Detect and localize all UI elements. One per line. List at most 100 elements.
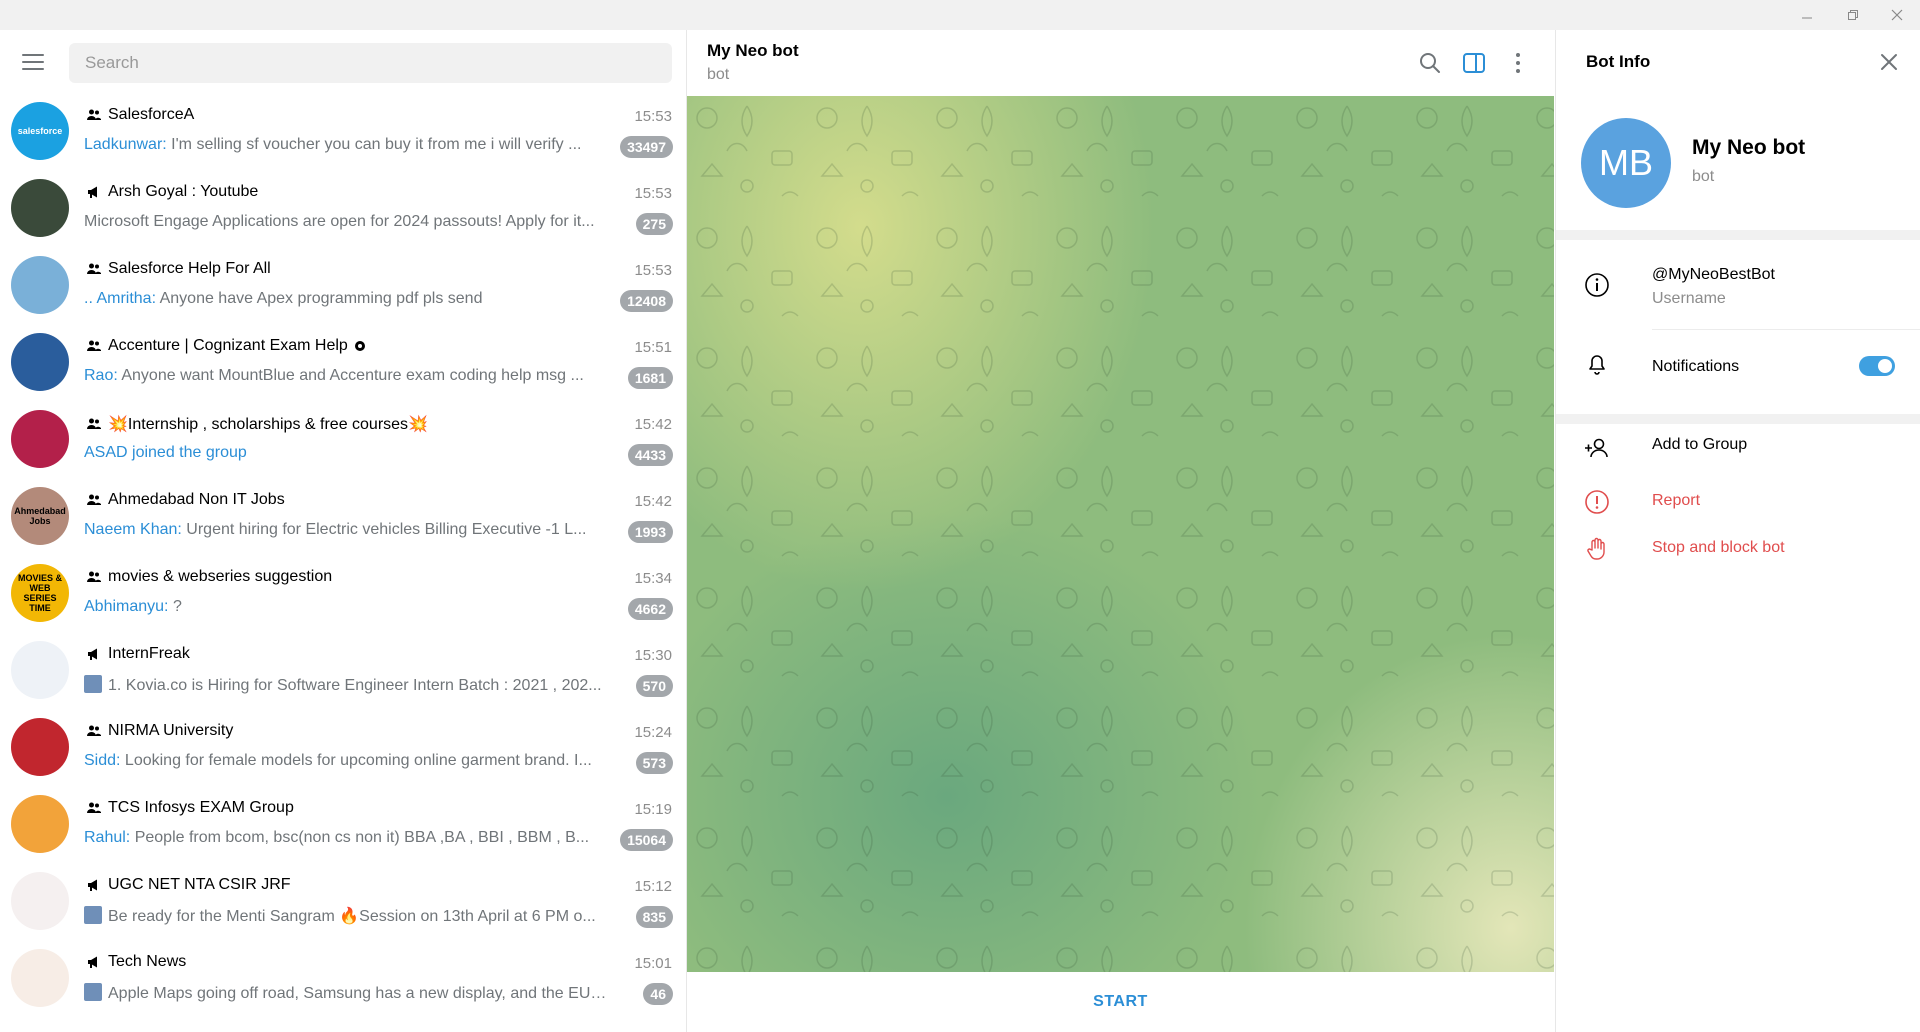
group-icon <box>87 109 101 120</box>
hamburger-menu-icon[interactable] <box>22 54 44 70</box>
chat-preview: Microsoft Engage Applications are open f… <box>84 213 609 231</box>
chat-title-text: Accenture | Cognizant Exam Help <box>108 337 348 354</box>
start-bar: START <box>687 972 1554 1032</box>
preview-sender: Rahul: <box>84 829 131 846</box>
chat-time: 15:42 <box>634 416 672 433</box>
bot-info-title: Bot Info <box>1586 52 1651 71</box>
section-separator <box>1556 414 1920 424</box>
bot-subtitle: bot <box>1692 168 1715 185</box>
chat-time: 15:01 <box>634 955 672 972</box>
chat-preview: Abhimanyu: ? <box>84 598 609 616</box>
chat-list-item[interactable]: TCS Infosys EXAM Group 15:19 Rahul: People… <box>0 789 686 866</box>
restore-icon[interactable] <box>1830 0 1876 30</box>
group-icon <box>87 802 101 813</box>
unread-badge: 4433 <box>627 444 673 466</box>
chat-title-text: InternFreak <box>108 645 190 662</box>
chat-list-item[interactable]: Tech News 15:01 Apple Maps going off road,… <box>0 943 686 1020</box>
chat-title-text: 💥Internship , scholarships & free course… <box>108 416 428 433</box>
search-icon[interactable] <box>1417 50 1443 76</box>
channel-icon <box>88 648 97 660</box>
chat-time: 15:24 <box>634 724 672 741</box>
avatar-text: Ahmedabad Jobs <box>14 506 66 526</box>
chat-preview: Sidd: Looking for female models for upco… <box>84 752 609 770</box>
chat-title-text: SalesforceA <box>108 106 195 123</box>
chat-avatar <box>11 949 69 1007</box>
group-icon <box>87 263 101 274</box>
avatar-text: salesforce <box>17 126 63 136</box>
chat-list-item[interactable]: Arsh Goyal : Youtube 15:53 Microsoft Engag… <box>0 173 686 250</box>
close-icon[interactable] <box>1879 52 1899 72</box>
unread-badge: 46 <box>643 983 673 1005</box>
preview-text: 1. Kovia.co is Hiring for Software Engin… <box>108 677 602 694</box>
chat-title-text: movies & webseries suggestion <box>108 568 333 585</box>
preview-text: Anyone have Apex programming pdf pls sen… <box>156 290 483 307</box>
stop-and-block-button[interactable]: Stop and block bot <box>1652 539 1785 557</box>
add-to-group-button[interactable]: Add to Group <box>1652 436 1747 454</box>
report-icon <box>1585 490 1609 514</box>
chat-title[interactable]: My Neo bot <box>707 41 799 61</box>
report-button[interactable]: Report <box>1652 492 1700 510</box>
section-separator <box>1556 230 1920 240</box>
chat-avatar: salesforce <box>11 102 69 160</box>
chat-background <box>687 96 1554 972</box>
notifications-label: Notifications <box>1652 358 1740 375</box>
chat-subtitle: bot <box>707 66 730 83</box>
search-input[interactable] <box>69 43 672 83</box>
chat-preview: Naeem Khan: Urgent hiring for Electric v… <box>84 521 609 539</box>
bot-username[interactable]: @MyNeoBestBot <box>1652 266 1775 284</box>
chat-title-text: Tech News <box>108 953 187 970</box>
unread-badge: 835 <box>635 906 673 928</box>
doodle-pattern <box>687 96 1554 972</box>
chat-list-item[interactable]: UGC NET NTA CSIR JRF 15:12 Be ready for th… <box>0 866 686 943</box>
media-thumbnail-icon <box>84 675 102 693</box>
preview-sender: ASAD joined the group <box>84 444 247 461</box>
chat-list-item[interactable]: Salesforce Help For All 15:53 .. Amritha: … <box>0 250 686 327</box>
preview-text: People from bcom, bsc(non cs non it) BBA… <box>130 829 590 846</box>
chat-time: 15:53 <box>634 185 672 202</box>
start-button[interactable]: START <box>1093 993 1148 1011</box>
chat-list-item[interactable]: 💥Internship , scholarships & free course… <box>0 404 686 481</box>
chat-list-item[interactable]: MOVIES & WEB SERIES TIME movies & webseri… <box>0 558 686 635</box>
chat-title-text: Arsh Goyal : Youtube <box>108 183 259 200</box>
chat-list-item[interactable]: salesforce SalesforceA 15:53 Ladkunwar: I'm… <box>0 96 686 173</box>
preview-text: I'm selling sf voucher you can buy it fr… <box>166 136 582 153</box>
channel-icon <box>88 956 97 968</box>
sidebar-toggle-icon[interactable] <box>1461 50 1487 76</box>
unread-badge: 12408 <box>620 290 673 312</box>
preview-sender: .. Amritha: <box>84 290 157 307</box>
notifications-toggle[interactable] <box>1859 356 1895 376</box>
minimize-icon[interactable] <box>1784 0 1830 30</box>
chat-title-text: UGC NET NTA CSIR JRF <box>108 876 291 893</box>
chat-avatar: Ahmedabad Jobs <box>11 487 69 545</box>
group-icon <box>87 418 101 429</box>
bot-name: My Neo bot <box>1692 136 1806 159</box>
preview-text: Apple Maps going off road, Samsung has a… <box>108 985 609 1002</box>
chat-title-text: NIRMA University <box>108 722 234 739</box>
more-vertical-icon[interactable] <box>1505 50 1531 76</box>
close-window-icon[interactable] <box>1874 0 1920 30</box>
unread-badge: 573 <box>635 752 673 774</box>
chat-title: SalesforceA <box>86 106 194 124</box>
chat-preview: Be ready for the Menti Sangram 🔥Session … <box>84 906 609 926</box>
chat-time: 15:30 <box>634 647 672 664</box>
channel-icon <box>88 186 97 198</box>
group-icon <box>87 494 101 505</box>
chat-title: NIRMA University <box>86 722 233 740</box>
chat-avatar <box>11 795 69 853</box>
chat-title: Salesforce Help For All <box>86 260 271 278</box>
unread-badge: 570 <box>635 675 673 697</box>
chat-title: Tech News <box>86 953 186 971</box>
preview-text: ? <box>168 598 182 615</box>
chat-list-item[interactable]: Accenture | Cognizant Exam Help 15:51 Rao:… <box>0 327 686 404</box>
chat-title: TCS Infosys EXAM Group <box>86 799 294 817</box>
chat-list-item[interactable]: NIRMA University 15:24 Sidd: Looking for f… <box>0 712 686 789</box>
chat-list-item[interactable]: InternFreak 15:30 1. Kovia.co is Hiring fo… <box>0 635 686 712</box>
preview-text: Anyone want MountBlue and Accenture exam… <box>117 367 584 384</box>
unread-badge: 1993 <box>627 521 673 543</box>
channel-icon <box>88 879 97 891</box>
preview-sender: Ladkunwar: <box>84 136 167 153</box>
chat-preview: Rahul: People from bcom, bsc(non cs non … <box>84 829 609 847</box>
chat-avatar <box>11 256 69 314</box>
chat-time: 15:51 <box>634 339 672 356</box>
chat-list-item[interactable]: Ahmedabad Jobs Ahmedabad Non IT Jobs 15:42… <box>0 481 686 558</box>
